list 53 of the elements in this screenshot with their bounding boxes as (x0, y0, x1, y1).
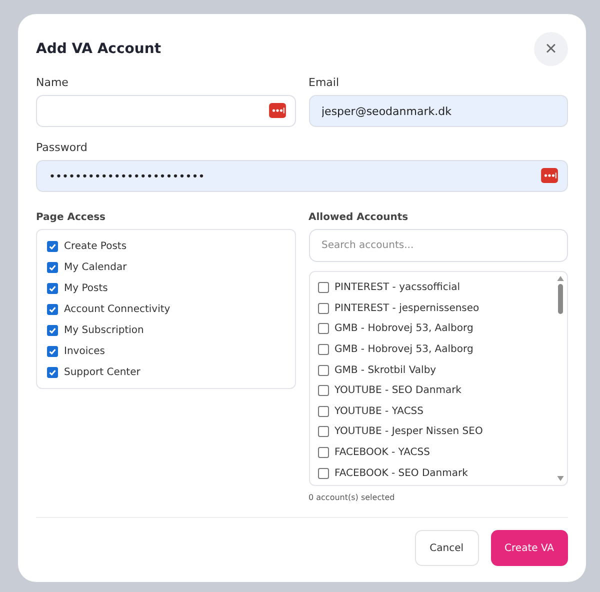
checkbox[interactable] (318, 282, 328, 294)
create-button[interactable]: Create VA (490, 530, 568, 566)
checkbox-label[interactable]: GMB - Hobrovej 53, Aalborg (334, 323, 474, 334)
checkbox[interactable] (318, 385, 328, 396)
password-manager-icon[interactable] (541, 168, 558, 183)
checkbox-label[interactable]: PINTEREST - jespernissenseo (334, 302, 480, 314)
checkbox-label[interactable]: Support Center (64, 366, 140, 378)
search-field[interactable]: Search accounts... (308, 229, 568, 262)
checkbox-label[interactable]: My Subscription (64, 324, 144, 336)
email-field[interactable]: jesper@seodanmark.dk (308, 95, 568, 127)
checkbox-label[interactable]: GMB - Hobrovej 53, Aalborg (334, 344, 474, 356)
checkbox-label[interactable]: Account Connectivity (64, 304, 170, 314)
selected-count: 0 account(s) selected (308, 493, 396, 502)
password-field[interactable]: •••••••••••••••••••••••• (36, 160, 568, 192)
checkbox-label[interactable]: GMB - Skrotbil Valby (334, 364, 436, 376)
checkbox-label[interactable]: YOUTUBE - YACSS (334, 406, 424, 417)
checkbox[interactable] (318, 468, 328, 479)
checkbox[interactable] (47, 240, 58, 252)
section-label: Allowed Accounts (308, 212, 410, 223)
field-label: Password (36, 141, 88, 154)
checkbox-label[interactable]: FACEBOOK - SEO Danmark (334, 468, 468, 479)
checkbox[interactable] (318, 447, 328, 458)
checkbox[interactable] (47, 324, 58, 336)
dialog-title: Add VA Account (36, 41, 162, 57)
field-label: Name (36, 76, 70, 89)
section-label: Page Access (36, 212, 107, 223)
checkbox[interactable] (318, 323, 328, 334)
checkbox[interactable] (318, 406, 328, 417)
checkbox-label[interactable]: My Calendar (64, 262, 127, 272)
checkbox[interactable] (47, 304, 58, 314)
close-button[interactable]: × (534, 32, 568, 66)
checkbox[interactable] (47, 282, 58, 294)
checkbox-label[interactable]: PINTEREST - yacssofficial (334, 282, 460, 294)
scroll-up-icon[interactable] (556, 276, 564, 281)
checkbox-label[interactable]: YOUTUBE - SEO Danmark (334, 385, 462, 396)
password-manager-icon[interactable] (268, 103, 286, 118)
field-label: Email (308, 76, 340, 89)
cancel-button[interactable]: Cancel (414, 530, 479, 566)
checkbox-label[interactable]: Create Posts (64, 240, 127, 252)
name-field[interactable] (36, 95, 296, 127)
checkbox[interactable] (318, 344, 328, 356)
checkbox-label[interactable]: YOUTUBE - Jesper Nissen SEO (334, 426, 483, 438)
checkbox[interactable] (47, 262, 58, 272)
checkbox[interactable] (318, 426, 328, 438)
checkbox[interactable] (318, 302, 328, 314)
checkbox[interactable] (47, 346, 58, 356)
checkbox-label[interactable]: My Posts (64, 282, 108, 294)
checkbox[interactable] (318, 364, 328, 376)
checkbox-label[interactable]: Invoices (64, 346, 105, 356)
scroll-down-icon[interactable] (556, 476, 564, 481)
checkbox-label[interactable]: FACEBOOK - YACSS (334, 447, 430, 458)
scrollbar-thumb[interactable] (558, 284, 562, 314)
checkbox[interactable] (47, 366, 58, 378)
